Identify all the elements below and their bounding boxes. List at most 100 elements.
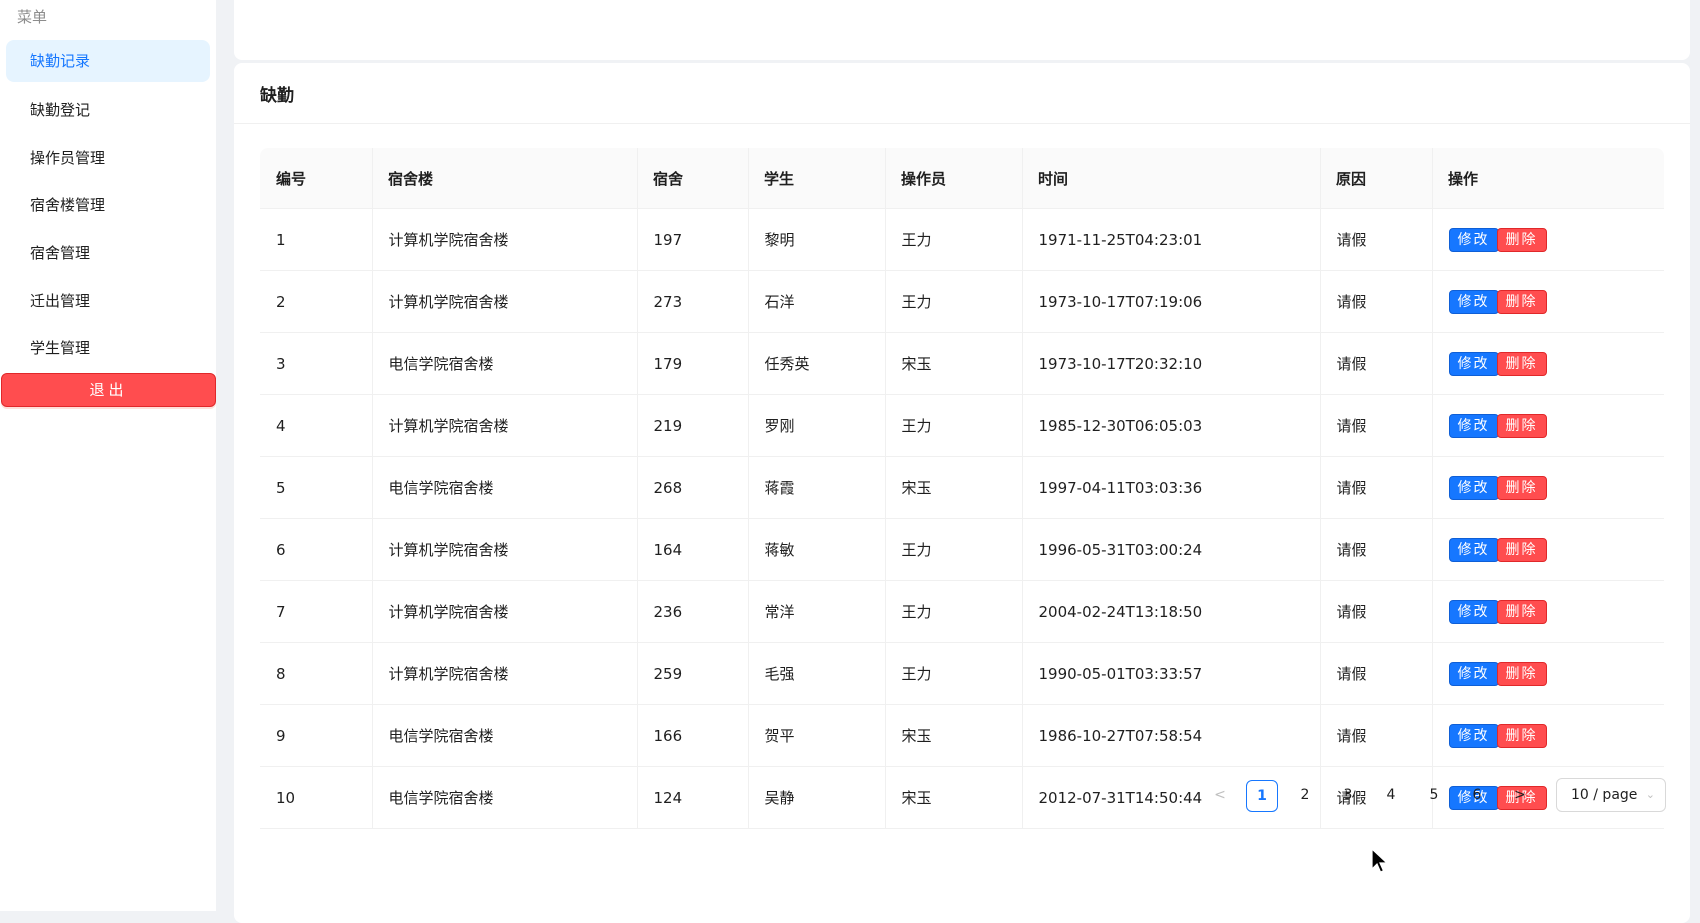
table-row: 7 计算机学院宿舍楼 236 常洋 王力 2004-02-24T13:18:50 请假 修改删…	[260, 580, 1664, 643]
prev-page-button[interactable]: <	[1204, 780, 1236, 812]
cell-operator: 王力	[884, 208, 1022, 271]
cell-reason: 请假	[1319, 580, 1432, 643]
cell-id: 8	[260, 642, 372, 705]
cell-time: 1973-10-17T07:19:06	[1021, 270, 1320, 333]
cell-building: 计算机学院宿舍楼	[371, 580, 637, 643]
cell-actions: 修改 删除	[1431, 394, 1664, 457]
cell-time: 2004-02-24T13:18:50	[1021, 580, 1320, 643]
sidebar-item-operator-management[interactable]: 操作员管理	[6, 137, 210, 179]
cell-reason: 请假	[1319, 642, 1432, 705]
delete-button[interactable]: 删除	[1496, 537, 1547, 562]
cell-operator: 宋玉	[884, 456, 1022, 519]
cell-student: 蒋霞	[747, 456, 885, 519]
sidebar-item-absence-register[interactable]: 缺勤登记	[6, 89, 210, 131]
pagination: < 1 2 3 4 5 6 > 10 / page ⌄	[0, 778, 1700, 812]
edit-button[interactable]: 修改	[1448, 723, 1499, 748]
delete-button[interactable]: 删除	[1496, 289, 1547, 314]
cell-building: 计算机学院宿舍楼	[371, 518, 637, 581]
cell-operator: 宋玉	[884, 332, 1022, 395]
page-size-select[interactable]: 10 / page ⌄	[1556, 778, 1666, 812]
page-5-button[interactable]: 5	[1418, 780, 1450, 812]
column-header-student: 学生	[748, 148, 885, 209]
delete-button[interactable]: 删除	[1496, 227, 1547, 252]
column-header-id: 编号	[260, 148, 372, 209]
cell-student: 蒋敏	[747, 518, 885, 581]
cell-operator: 王力	[884, 394, 1022, 457]
logout-button[interactable]: 退出	[1, 373, 216, 407]
cell-dorm: 273	[636, 270, 748, 333]
delete-button[interactable]: 删除	[1496, 351, 1547, 376]
cell-id: 1	[260, 208, 372, 271]
cell-actions: 修改 删除	[1431, 270, 1664, 333]
cell-student: 毛强	[747, 642, 885, 705]
cell-building: 计算机学院宿舍楼	[371, 270, 637, 333]
sidebar-item-absence-records[interactable]: 缺勤记录	[6, 40, 210, 82]
page-4-button[interactable]: 4	[1375, 780, 1407, 812]
delete-button[interactable]: 删除	[1496, 599, 1547, 624]
cell-reason: 请假	[1319, 456, 1432, 519]
edit-button[interactable]: 修改	[1448, 599, 1499, 624]
cell-id: 6	[260, 518, 372, 581]
delete-button[interactable]: 删除	[1496, 413, 1547, 438]
cell-id: 4	[260, 394, 372, 457]
cell-building: 电信学院宿舍楼	[371, 704, 637, 767]
next-page-button[interactable]: >	[1504, 780, 1536, 812]
card-header: 缺勤	[234, 63, 1690, 124]
cell-building: 电信学院宿舍楼	[371, 456, 637, 519]
edit-button[interactable]: 修改	[1448, 475, 1499, 500]
sidebar-item-building-management[interactable]: 宿舍楼管理	[6, 184, 210, 226]
page-3-button[interactable]: 3	[1332, 780, 1364, 812]
sidebar-item-moveout-management[interactable]: 迁出管理	[6, 280, 210, 322]
cell-student: 贺平	[747, 704, 885, 767]
cell-building: 电信学院宿舍楼	[371, 332, 637, 395]
cell-building: 计算机学院宿舍楼	[371, 208, 637, 271]
cell-reason: 请假	[1319, 270, 1432, 333]
table-row: 2 计算机学院宿舍楼 273 石洋 王力 1973-10-17T07:19:06 请假 修改删…	[260, 270, 1664, 333]
cell-student: 石洋	[747, 270, 885, 333]
edit-button[interactable]: 修改	[1448, 413, 1499, 438]
page-2-button[interactable]: 2	[1289, 780, 1321, 812]
cell-time: 1973-10-17T20:32:10	[1021, 332, 1320, 395]
page-1-button[interactable]: 1	[1246, 780, 1278, 812]
cell-actions: 修改 删除	[1431, 642, 1664, 705]
cell-actions: 修改 删除	[1431, 456, 1664, 519]
cell-time: 1997-04-11T03:03:36	[1021, 456, 1320, 519]
edit-button[interactable]: 修改	[1448, 537, 1499, 562]
sidebar-item-dorm-management[interactable]: 宿舍管理	[6, 232, 210, 274]
table-row: 9 电信学院宿舍楼 166 贺平 宋玉 1986-10-27T07:58:54 请假 修改 删除	[260, 704, 1664, 767]
cell-building: 计算机学院宿舍楼	[371, 394, 637, 457]
edit-button[interactable]: 修改	[1448, 661, 1499, 686]
chevron-down-icon: ⌄	[1645, 788, 1655, 801]
sidebar: 菜单 缺勤记录 缺勤登记 操作员管理 宿舍楼管理 宿舍管理 迁出管理 学生管理 …	[0, 0, 216, 911]
table-row: 3 电信学院宿舍楼 179 任秀英 宋玉 1973-10-17T20:32:10 请假 修改删…	[260, 332, 1664, 395]
cell-dorm: 259	[636, 642, 748, 705]
cell-actions: 修改 删除	[1431, 518, 1664, 581]
cell-reason: 请假	[1319, 704, 1432, 767]
cell-dorm: 268	[636, 456, 748, 519]
table-row: 5 电信学院宿舍楼 268 蒋霞 宋玉 1997-04-11T03:03:36 请假 修改 删除	[260, 456, 1664, 519]
page-6-button[interactable]: 6	[1461, 780, 1493, 812]
cell-student: 罗刚	[747, 394, 885, 457]
delete-button[interactable]: 删除	[1496, 723, 1547, 748]
cell-student: 常洋	[747, 580, 885, 643]
sidebar-item-student-management[interactable]: 学生管理	[6, 327, 210, 369]
cell-operator: 王力	[884, 642, 1022, 705]
menu-title: 菜单	[17, 8, 48, 26]
delete-button[interactable]: 删除	[1496, 661, 1547, 686]
mouse-cursor-icon	[1371, 848, 1389, 873]
cell-operator: 王力	[884, 270, 1022, 333]
table-row: 4 计算机学院宿舍楼 219 罗刚 王力 1985-12-30T06:05:03 请假 修改删…	[260, 394, 1664, 457]
cell-reason: 请假	[1319, 394, 1432, 457]
cell-id: 3	[260, 332, 372, 395]
cell-dorm: 197	[636, 208, 748, 271]
cell-reason: 请假	[1319, 208, 1432, 271]
edit-button[interactable]: 修改	[1448, 289, 1499, 314]
edit-button[interactable]: 修改	[1448, 227, 1499, 252]
edit-button[interactable]: 修改	[1448, 351, 1499, 376]
column-header-actions: 操作	[1432, 148, 1664, 209]
table-row: 8 计算机学院宿舍楼 259 毛强 王力 1990-05-01T03:33:57 请假 修改删…	[260, 642, 1664, 705]
cell-reason: 请假	[1319, 518, 1432, 581]
search-panel	[234, 0, 1690, 60]
delete-button[interactable]: 删除	[1496, 475, 1547, 500]
cell-id: 2	[260, 270, 372, 333]
